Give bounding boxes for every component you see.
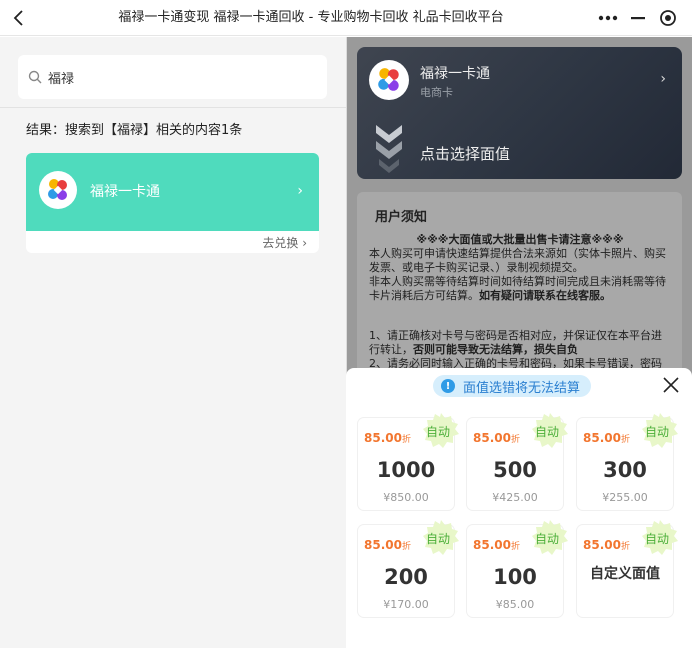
notice-warning-title: ※※※大面值或大批量出售卡请注意※※※ xyxy=(416,233,624,246)
tile-discount: 85.00折 xyxy=(473,431,520,445)
minimize-icon xyxy=(631,17,645,20)
select-denomination-label[interactable]: 点击选择面值 xyxy=(420,143,510,164)
tile-discount: 85.00折 xyxy=(583,538,630,552)
tile-custom-value: 自定义面值 xyxy=(590,566,660,582)
window-title: 福禄一卡通变现 福禄一卡通回收 - 专业购物卡回收 礼品卡回收平台 xyxy=(118,10,504,25)
denomination-tile-100[interactable]: 85.00折 自动 100 ¥85.00 xyxy=(467,520,568,617)
result-card-header[interactable]: 福禄一卡通 › xyxy=(26,153,319,231)
denomination-tile-300[interactable]: 85.00折 自动 300 ¥255.00 xyxy=(577,413,678,510)
tile-discount: 85.00折 xyxy=(364,538,411,552)
more-button[interactable] xyxy=(596,6,620,30)
chevron-down-stack-icon xyxy=(376,125,402,173)
tile-price: ¥255.00 xyxy=(602,491,648,504)
auto-badge-label: 自动 xyxy=(534,532,559,546)
tile-value: 500 xyxy=(493,458,537,482)
title-bar: 福禄一卡通变现 福禄一卡通回收 - 专业购物卡回收 礼品卡回收平台 xyxy=(0,0,692,36)
tile-price: ¥170.00 xyxy=(383,598,429,611)
result-summary: 结果：搜索到【福禄】相关的内容1条 xyxy=(26,123,243,138)
search-icon xyxy=(28,70,42,84)
notice-para: 本人购买可申请快速结算提供合法来源如（实体卡照片、购买发票、或电子卡购买记录、）… xyxy=(369,247,666,274)
info-icon: ! xyxy=(441,379,455,393)
brand-card[interactable]: 福禄一卡通 电商卡 › 点击选择面值 xyxy=(357,47,682,179)
search-input[interactable] xyxy=(48,69,308,85)
back-button[interactable] xyxy=(8,6,30,30)
auto-badge-label: 自动 xyxy=(644,532,669,546)
more-dots-icon xyxy=(598,15,618,21)
auto-badge-label: 自动 xyxy=(644,425,669,439)
denomination-sheet: ! 面值选错将无法结算 85.00折 自动 1000 ¥850.00 85.00… xyxy=(346,368,692,648)
fulu-logo-icon xyxy=(369,60,409,100)
auto-badge-label: 自动 xyxy=(425,425,450,439)
chevron-right-icon: › xyxy=(660,71,666,87)
sheet-close-button[interactable] xyxy=(660,374,682,396)
search-panel: 结果：搜索到【福禄】相关的内容1条 福禄一卡通 › 去兑换 › xyxy=(0,37,346,648)
result-card[interactable]: 福禄一卡通 › 去兑换 › xyxy=(26,153,319,253)
denomination-tile-500[interactable]: 85.00折 自动 500 ¥425.00 xyxy=(467,413,568,510)
tile-price: ¥85.00 xyxy=(495,598,535,611)
denomination-tile-200[interactable]: 85.00折 自动 200 ¥170.00 xyxy=(358,520,459,617)
auto-badge-label: 自动 xyxy=(425,532,450,546)
tile-value: 300 xyxy=(603,458,647,482)
fulu-logo-icon xyxy=(39,171,77,209)
tile-value: 100 xyxy=(493,565,537,589)
denomination-tile-1000[interactable]: 85.00折 自动 1000 ¥850.00 xyxy=(358,413,459,510)
divider xyxy=(0,107,346,108)
tile-discount: 85.00折 xyxy=(473,538,520,552)
tile-discount: 85.00折 xyxy=(364,431,411,445)
notice-para: 非本人购买需等待结算时间如待结算时间完成且未消耗需等待卡片消耗后方可结算。如有疑… xyxy=(369,275,671,303)
tile-value: 200 xyxy=(384,565,428,589)
brand-card-name: 福禄一卡通 xyxy=(420,66,490,82)
warning-text: 面值选错将无法结算 xyxy=(463,380,581,396)
chevron-right-icon: › xyxy=(297,183,303,199)
tile-price: ¥425.00 xyxy=(492,491,538,504)
auto-badge-label: 自动 xyxy=(534,425,559,439)
minimize-button[interactable] xyxy=(626,6,650,30)
notice-title: 用户须知 xyxy=(375,210,428,225)
chevron-left-icon xyxy=(13,10,23,26)
redeem-link[interactable]: 去兑换 › xyxy=(26,231,319,253)
tile-value: 1000 xyxy=(376,458,436,482)
close-window-button[interactable] xyxy=(656,6,680,30)
result-card-name: 福禄一卡通 xyxy=(90,184,160,200)
record-circle-icon xyxy=(660,10,676,26)
tile-discount: 85.00折 xyxy=(583,431,630,445)
notice-item: 1、请正确核对卡号与密码是否相对应，并保证仅在本平台进行转让，否则可能导致无法结… xyxy=(369,329,671,357)
search-box[interactable] xyxy=(18,55,327,99)
notice-para-bold: 如有疑问请联系在线客服。 xyxy=(479,289,611,302)
close-icon xyxy=(663,377,679,393)
notice-item-bold: 否则可能导致无法结算，损失自负 xyxy=(413,343,578,356)
denomination-warning: ! 面值选错将无法结算 xyxy=(433,375,591,397)
tile-price: ¥850.00 xyxy=(383,491,429,504)
user-notice: 用户须知 ※※※大面值或大批量出售卡请注意※※※ 本人购买可申请快速结算提供合法… xyxy=(357,192,682,385)
denomination-tile-custom[interactable]: 85.00折 自动 自定义面值 xyxy=(577,520,678,617)
notice-body: ※※※大面值或大批量出售卡请注意※※※ 本人购买可申请快速结算提供合法来源如（实… xyxy=(369,233,671,385)
brand-card-subtitle: 电商卡 xyxy=(420,86,453,99)
